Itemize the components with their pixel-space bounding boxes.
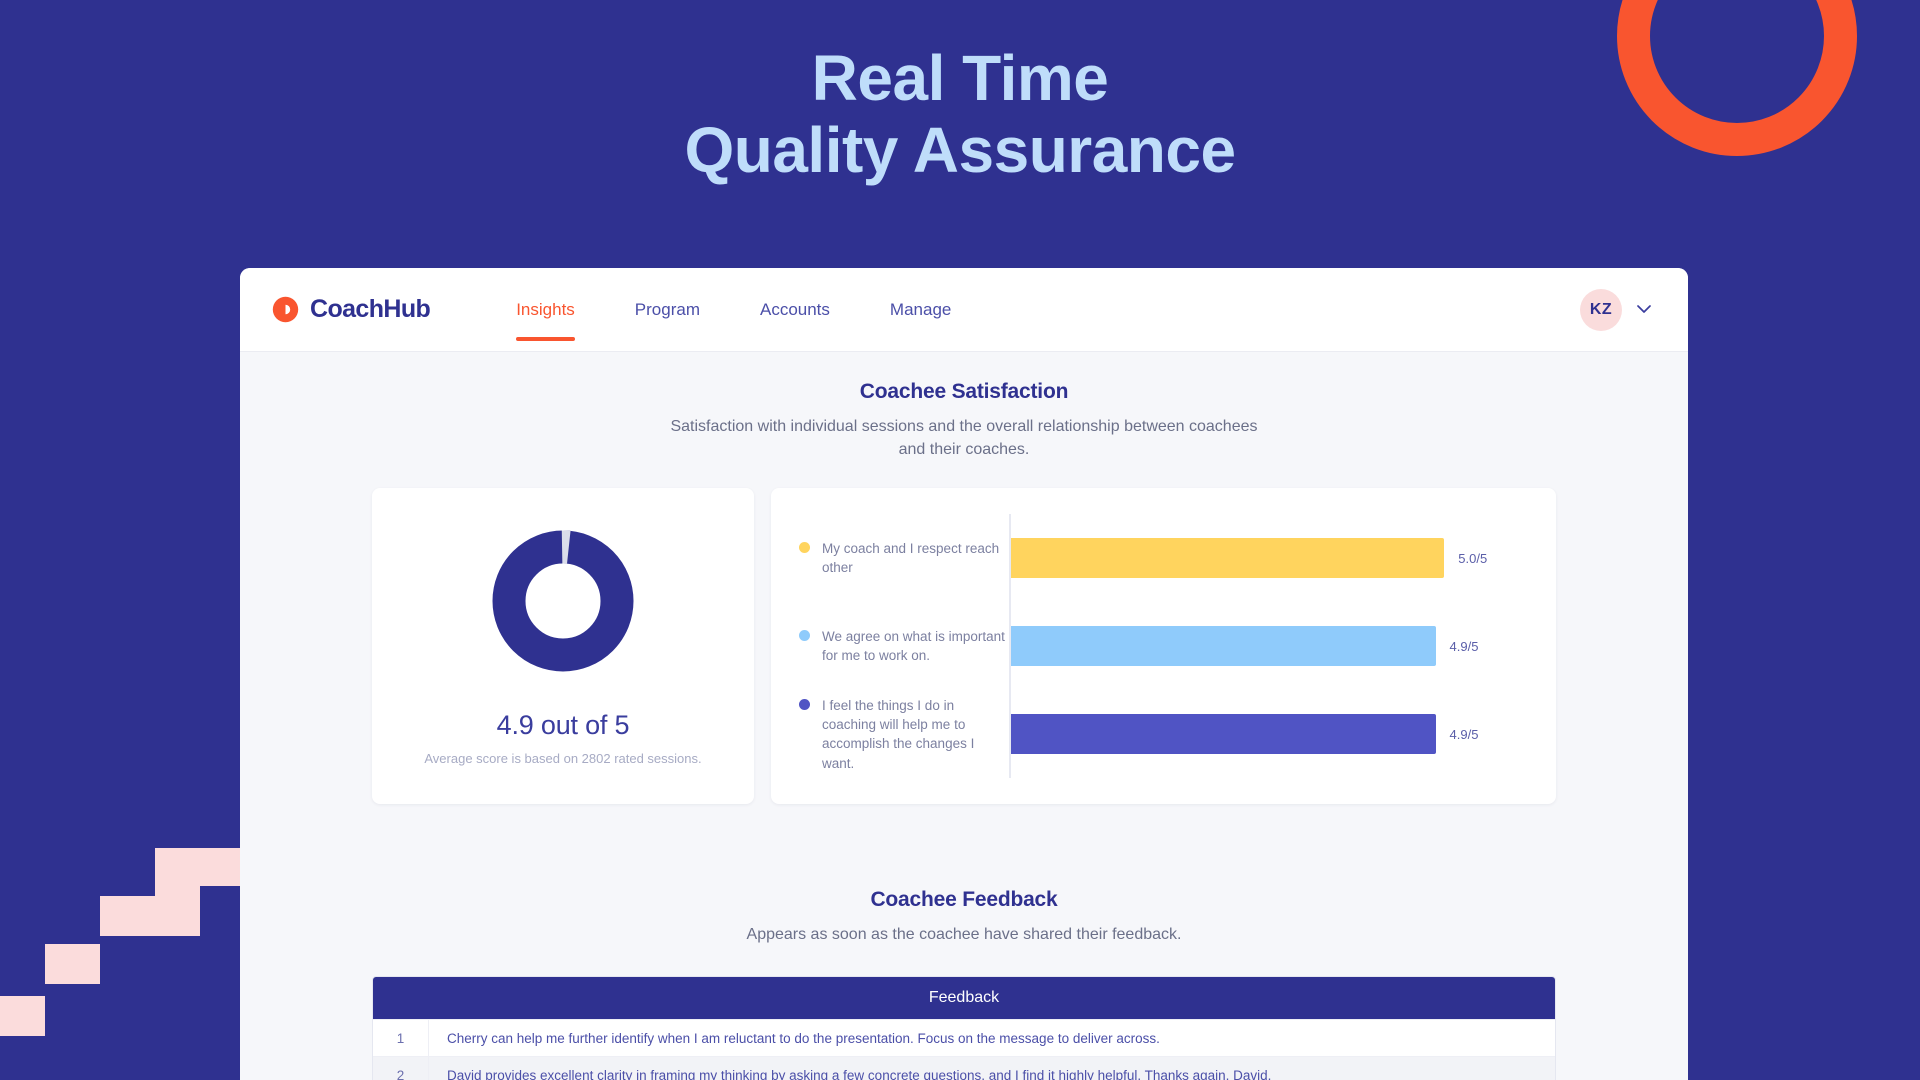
legend-dot-icon <box>799 630 810 642</box>
bar-label-0: My coach and I respect reach other <box>822 541 1000 576</box>
page-root: Real Time Quality Assurance CoachHub Ins… <box>0 0 1920 1080</box>
main-content: Coachee Satisfaction Satisfaction with i… <box>240 352 1688 1080</box>
row-number: 2 <box>373 1057 429 1080</box>
bar-track-0: 5.0/5 <box>1009 514 1556 603</box>
nav-tabs: Insights Program Accounts Manage <box>486 268 981 351</box>
bar-value-0: 5.0/5 <box>1458 550 1488 566</box>
brand-name: CoachHub <box>310 295 431 323</box>
average-score-value: 4.9 out of 5 <box>496 710 630 741</box>
row-feedback-text: David provides excellent clarity in fram… <box>447 1067 1272 1080</box>
legend-dot-icon <box>799 542 810 554</box>
bar-fill-1 <box>1011 626 1436 667</box>
tab-accounts[interactable]: Accounts <box>730 268 860 351</box>
bar-track-2: 4.9/5 <box>1009 690 1556 779</box>
tab-program[interactable]: Program <box>605 268 730 351</box>
tab-program-label: Program <box>634 299 700 319</box>
bar-track-1: 4.9/5 <box>1009 602 1556 691</box>
tab-accounts-label: Accounts <box>759 299 830 319</box>
feedback-column-header: Feedback <box>373 977 1555 1020</box>
satisfaction-title: Coachee Satisfaction <box>859 380 1069 403</box>
feedback-title: Coachee Feedback <box>870 888 1058 912</box>
bar-label-1: We agree on what is important for me to … <box>822 629 1005 664</box>
table-row[interactable]: 1 Cherry can help me further identify wh… <box>373 1019 1555 1057</box>
satisfaction-subtitle: Satisfaction with individual sessions an… <box>670 418 1258 458</box>
bar-legend-1: We agree on what is important for me to … <box>771 627 1009 665</box>
chevron-down-icon[interactable] <box>1636 302 1652 318</box>
bar-value-1: 4.9/5 <box>1449 638 1479 654</box>
bar-chart: My coach and I respect reach other 5.0/5… <box>771 514 1556 779</box>
bar-legend-0: My coach and I respect reach other <box>771 539 1009 577</box>
nav-right-group: KZ <box>1580 288 1652 331</box>
row-feedback-text: Cherry can help me further identify when… <box>447 1030 1160 1046</box>
brand-logo[interactable]: CoachHub <box>272 295 431 324</box>
average-score-card: 4.9 out of 5 Average score is based on 2… <box>372 488 754 805</box>
hero-line-2: Quality Assurance <box>684 114 1236 187</box>
bar-row: My coach and I respect reach other 5.0/5 <box>771 514 1556 603</box>
table-row[interactable]: 2 David provides excellent clarity in fr… <box>373 1056 1555 1080</box>
satisfaction-bar-chart-card: My coach and I respect reach other 5.0/5… <box>771 488 1556 805</box>
tab-manage-label: Manage <box>889 299 952 319</box>
feedback-table: Feedback 1 Cherry can help me further id… <box>372 976 1556 1080</box>
bar-fill-0 <box>1011 538 1445 579</box>
tab-insights-label: Insights <box>516 299 575 319</box>
legend-dot-icon <box>799 699 810 711</box>
bar-row: I feel the things I do in coaching will … <box>771 690 1556 779</box>
satisfaction-cards-row: 4.9 out of 5 Average score is based on 2… <box>240 488 1688 805</box>
bar-label-2: I feel the things I do in coaching will … <box>822 698 975 771</box>
tab-manage[interactable]: Manage <box>860 268 981 351</box>
hero-line-1: Real Time <box>811 42 1109 114</box>
bar-value-2: 4.9/5 <box>1449 726 1479 742</box>
pink-stairs-decoration <box>0 848 260 1036</box>
donut-chart <box>488 526 638 676</box>
hero-heading: Real Time Quality Assurance <box>0 42 1920 187</box>
app-window: CoachHub Insights Program Accounts Manag… <box>240 268 1688 1080</box>
row-number: 1 <box>373 1020 429 1057</box>
top-navigation-bar: CoachHub Insights Program Accounts Manag… <box>240 268 1688 352</box>
feedback-section: Coachee Feedback Appears as soon as the … <box>240 888 1688 1080</box>
avatar[interactable]: KZ <box>1580 288 1622 331</box>
bar-fill-2 <box>1011 714 1436 755</box>
tab-insights[interactable]: Insights <box>486 268 605 351</box>
average-score-note: Average score is based on 2802 rated ses… <box>424 751 702 767</box>
feedback-subtitle: Appears as soon as the coachee have shar… <box>746 926 1182 944</box>
bar-row: We agree on what is important for me to … <box>771 602 1556 691</box>
bar-legend-2: I feel the things I do in coaching will … <box>771 696 1009 773</box>
coachhub-logo-icon <box>272 296 299 323</box>
